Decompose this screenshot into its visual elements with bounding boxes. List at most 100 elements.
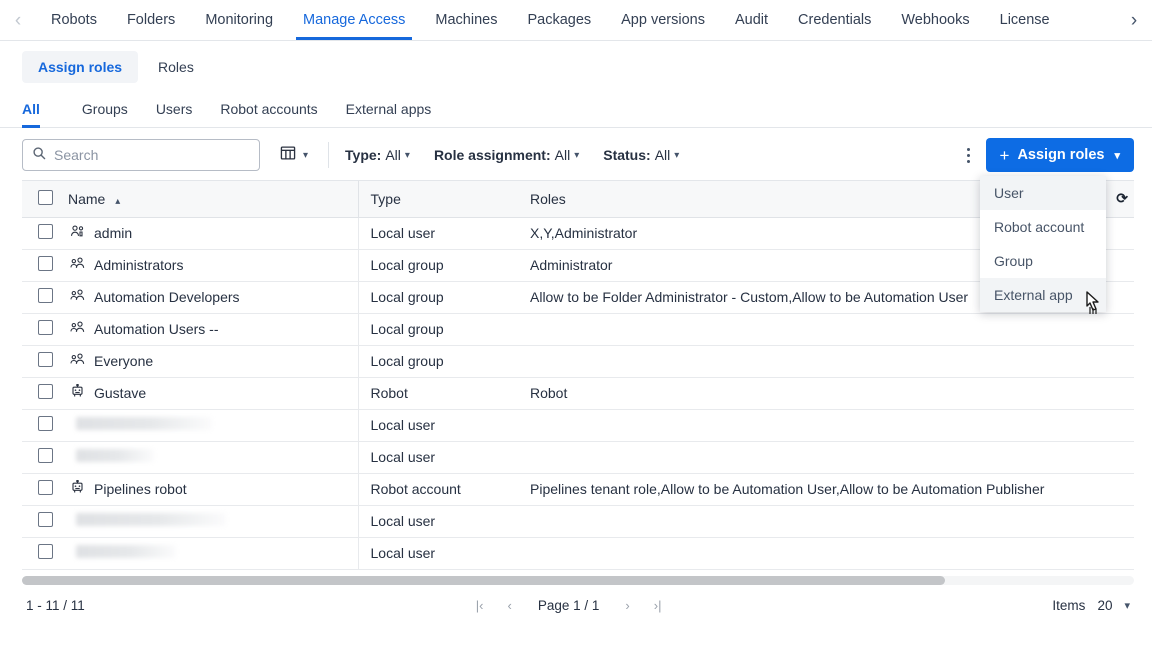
filter-tab-robot-accounts[interactable]: Robot accounts <box>206 101 331 127</box>
kebab-menu-icon[interactable] <box>957 142 980 169</box>
row-type: Local user <box>358 217 518 249</box>
row-roles <box>518 345 1134 377</box>
table-row[interactable]: Pipelines robotRobot accountPipelines te… <box>22 473 1134 505</box>
dropdown-item-robot-account[interactable]: Robot account <box>980 210 1106 244</box>
nav-item-webhooks[interactable]: Webhooks <box>886 0 984 40</box>
row-type: Local user <box>358 505 518 537</box>
nav-item-license[interactable]: License <box>985 0 1065 40</box>
column-header-name-label: Name <box>68 191 105 207</box>
nav-item-app-versions[interactable]: App versions <box>606 0 720 40</box>
nav-item-machines[interactable]: Machines <box>420 0 512 40</box>
filter-tab-all[interactable]: All <box>22 101 54 127</box>
column-header-type[interactable]: Type <box>358 181 518 217</box>
column-header-name[interactable]: Name ▴ <box>68 181 358 217</box>
row-checkbox[interactable] <box>38 512 53 527</box>
table-row[interactable]: GustaveRobotRobot <box>22 377 1134 409</box>
refresh-icon[interactable]: ⟳ <box>1116 190 1128 207</box>
dropdown-item-external-app[interactable]: External app <box>980 278 1106 312</box>
assign-roles-button[interactable]: + Assign roles ▾ <box>986 138 1135 172</box>
row-checkbox-cell[interactable] <box>22 377 68 409</box>
table-row[interactable]: Automation DevelopersLocal groupAllow to… <box>22 281 1134 313</box>
row-checkbox[interactable] <box>38 224 53 239</box>
filter-role-assignment-value: All <box>555 147 571 163</box>
filter-type[interactable]: Type: All ▾ <box>345 147 410 163</box>
filter-role-assignment[interactable]: Role assignment: All ▾ <box>434 147 579 163</box>
subtab-roles[interactable]: Roles <box>142 51 210 83</box>
table-row[interactable]: Local user <box>22 505 1134 537</box>
robot-icon <box>70 384 85 402</box>
filter-tab-users[interactable]: Users <box>142 101 207 127</box>
nav-item-manage-access[interactable]: Manage Access <box>288 0 420 40</box>
dropdown-item-user[interactable]: User <box>980 176 1106 210</box>
last-page-icon[interactable]: ›| <box>642 598 674 613</box>
table-row[interactable]: Local user <box>22 409 1134 441</box>
row-checkbox-cell[interactable] <box>22 505 68 537</box>
row-checkbox[interactable] <box>38 352 53 367</box>
row-checkbox-cell[interactable] <box>22 281 68 313</box>
row-type: Local group <box>358 281 518 313</box>
redacted-name <box>76 513 226 526</box>
filter-tab-groups[interactable]: Groups <box>68 101 142 127</box>
row-checkbox[interactable] <box>38 288 53 303</box>
row-checkbox[interactable] <box>38 448 53 463</box>
nav-item-packages[interactable]: Packages <box>512 0 606 40</box>
nav-item-robots[interactable]: Robots <box>36 0 112 40</box>
row-checkbox-cell[interactable] <box>22 345 68 377</box>
items-per-page[interactable]: Items 20 ▾ <box>1052 598 1130 613</box>
nav-item-monitoring[interactable]: Monitoring <box>190 0 288 40</box>
chevron-right-icon[interactable]: › <box>1116 0 1152 40</box>
horizontal-scrollbar-thumb[interactable] <box>22 576 945 585</box>
filter-tab-external-apps[interactable]: External apps <box>332 101 446 127</box>
row-roles <box>518 505 1134 537</box>
table-columns-icon <box>280 145 296 166</box>
row-checkbox-cell[interactable] <box>22 313 68 345</box>
dropdown-item-group[interactable]: Group <box>980 244 1106 278</box>
horizontal-scrollbar[interactable] <box>22 576 1134 585</box>
row-name-label: admin <box>94 225 132 241</box>
nav-item-audit[interactable]: Audit <box>720 0 783 40</box>
table-row[interactable]: adminLocal userX,Y,Administrator <box>22 217 1134 249</box>
first-page-icon[interactable]: |‹ <box>464 598 496 613</box>
row-checkbox-cell[interactable] <box>22 441 68 473</box>
result-range: 1 - 11 / 11 <box>26 598 85 613</box>
row-name-label: Pipelines robot <box>94 481 187 497</box>
chevron-left-icon[interactable]: ‹ <box>0 0 36 40</box>
table-row[interactable]: AdministratorsLocal groupAdministrator <box>22 249 1134 281</box>
select-all-checkbox-cell[interactable] <box>22 181 68 217</box>
table-row[interactable]: Automation Users --Local group <box>22 313 1134 345</box>
row-checkbox-cell[interactable] <box>22 217 68 249</box>
chevron-down-icon: ▾ <box>405 150 410 161</box>
row-checkbox-cell[interactable] <box>22 537 68 569</box>
column-settings-button[interactable]: ▾ <box>276 141 312 170</box>
row-checkbox-cell[interactable] <box>22 473 68 505</box>
row-checkbox[interactable] <box>38 384 53 399</box>
row-checkbox[interactable] <box>38 480 53 495</box>
table-row[interactable]: Local user <box>22 537 1134 569</box>
search-input[interactable] <box>54 147 250 163</box>
assign-roles-segmented-tabs: Assign rolesRoles <box>0 41 1152 91</box>
row-type: Local user <box>358 441 518 473</box>
filter-status-label: Status: <box>603 147 650 163</box>
row-name-cell: Automation Users -- <box>68 313 358 345</box>
row-checkbox-cell[interactable] <box>22 249 68 281</box>
row-checkbox[interactable] <box>38 416 53 431</box>
prev-page-icon[interactable]: ‹ <box>495 598 523 613</box>
row-name-cell: Pipelines robot <box>68 473 358 505</box>
row-name-cell <box>68 505 358 537</box>
search-box[interactable] <box>22 139 260 171</box>
nav-item-credentials[interactable]: Credentials <box>783 0 886 40</box>
row-checkbox[interactable] <box>38 544 53 559</box>
row-checkbox[interactable] <box>38 320 53 335</box>
nav-item-folders[interactable]: Folders <box>112 0 190 40</box>
next-page-icon[interactable]: › <box>613 598 641 613</box>
row-name-cell: Everyone <box>68 345 358 377</box>
subtab-assign-roles[interactable]: Assign roles <box>22 51 138 83</box>
select-all-checkbox[interactable] <box>38 190 53 205</box>
row-checkbox-cell[interactable] <box>22 409 68 441</box>
table-row[interactable]: Local user <box>22 441 1134 473</box>
primary-navigation: ‹ RobotsFoldersMonitoringManage AccessMa… <box>0 0 1152 41</box>
filter-status[interactable]: Status: All ▾ <box>603 147 679 163</box>
row-checkbox[interactable] <box>38 256 53 271</box>
table-row[interactable]: EveryoneLocal group <box>22 345 1134 377</box>
group-icon <box>70 352 85 370</box>
